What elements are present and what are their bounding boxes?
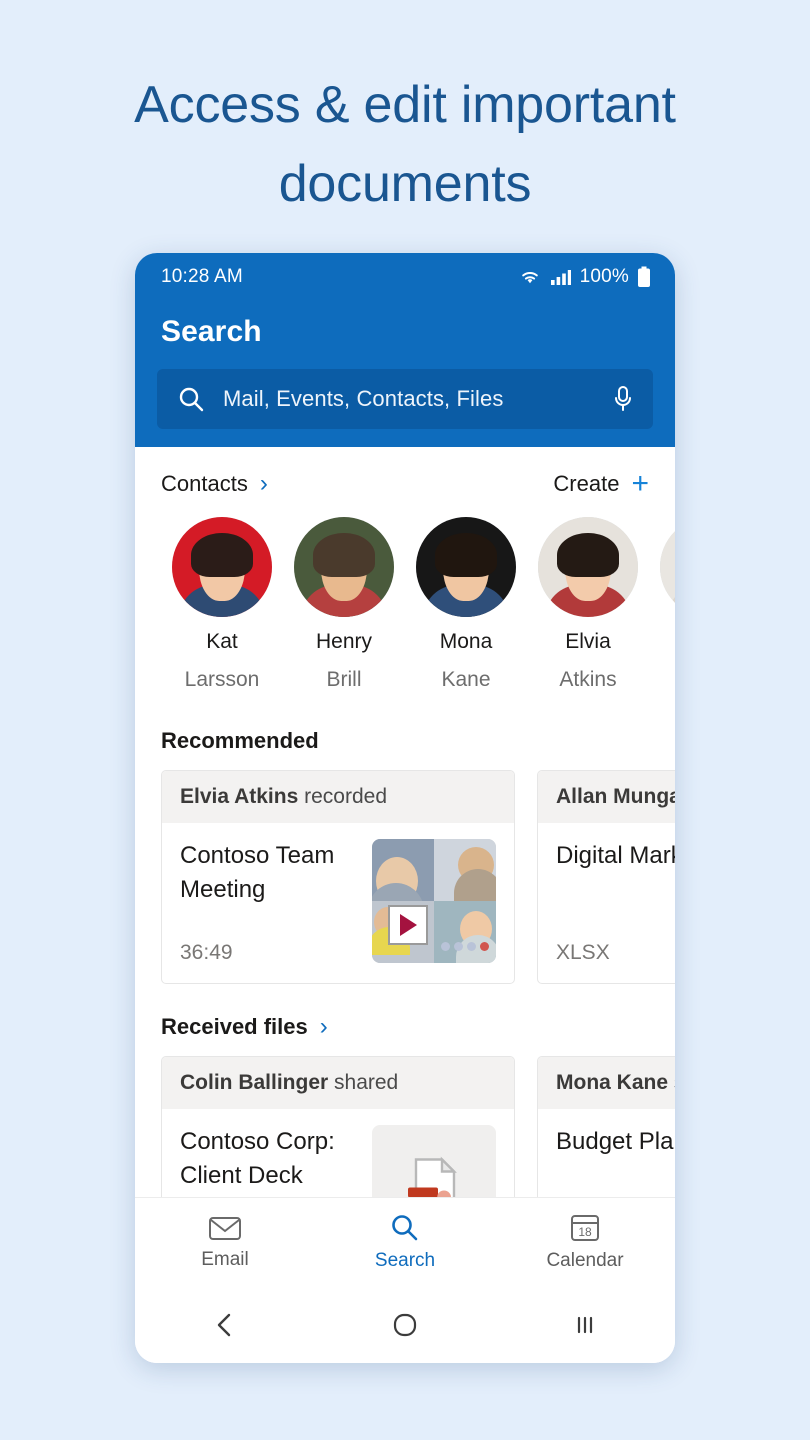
app-header: 10:28 AM 100% Search Mail, Events, Conta… — [135, 253, 675, 447]
received-files-header: Received files › — [135, 984, 675, 1040]
card-actor: Mona Kane — [556, 1070, 669, 1094]
create-label: Create — [553, 471, 620, 496]
recommended-card[interactable]: Elvia Atkins recorded Contoso Team Meeti… — [161, 769, 515, 984]
chevron-right-icon: › — [259, 470, 268, 497]
contact-first-name: Elvia — [565, 630, 611, 653]
contact-first-name: Kat — [206, 630, 238, 653]
card-actor: Allan Mungar — [556, 784, 675, 808]
tab-email-label: Email — [201, 1249, 249, 1270]
recommended-title: Recommended — [161, 727, 319, 753]
card-header: Allan Mungar — [538, 770, 675, 823]
avatar — [660, 517, 675, 617]
search-icon — [177, 385, 205, 413]
bottom-navigation[interactable]: Email Search 18 Calendar — [135, 1197, 675, 1287]
tab-calendar[interactable]: 18 Calendar — [510, 1213, 660, 1272]
received-files-title: Received files — [161, 1013, 308, 1039]
recommended-card-list[interactable]: Elvia Atkins recorded Contoso Team Meeti… — [135, 754, 675, 984]
contact-item[interactable]: Henry Brill — [283, 517, 405, 694]
card-title: Digital Marketing Plan — [556, 841, 675, 869]
contact-first-name: Henry — [315, 630, 373, 653]
search-placeholder-text: Mail, Events, Contacts, Files — [223, 386, 504, 411]
contacts-title: Contacts — [161, 471, 248, 496]
cellular-signal-icon — [550, 268, 572, 286]
plus-icon: + — [631, 467, 649, 500]
card-action: recorded — [304, 784, 388, 808]
search-content: Contacts › Create + Kat Larsson Henry Br… — [135, 447, 675, 1363]
back-chevron-icon[interactable] — [165, 1310, 285, 1340]
phone-mockup: 10:28 AM 100% Search Mail, Events, Conta… — [135, 253, 675, 1363]
recommended-card[interactable]: Allan Mungar Digital Marketing Plan XLSX — [537, 769, 675, 984]
card-title: Contoso Team Meeting — [180, 841, 335, 903]
card-action: shared — [674, 1071, 675, 1094]
envelope-icon — [208, 1214, 242, 1242]
app-title: Search — [161, 315, 262, 348]
home-circle-icon[interactable] — [345, 1309, 465, 1341]
tab-calendar-label: Calendar — [546, 1250, 624, 1271]
recent-apps-icon[interactable] — [525, 1310, 645, 1340]
search-icon — [389, 1213, 421, 1243]
contact-last-name: Larsson — [184, 668, 260, 692]
microphone-icon[interactable] — [611, 384, 635, 414]
contact-item[interactable]: Mona Kane — [405, 517, 527, 694]
card-actor: Colin Ballinger — [180, 1070, 329, 1094]
contact-last-name: Kane — [441, 668, 491, 692]
system-navigation-bar[interactable] — [135, 1287, 675, 1363]
play-icon[interactable] — [388, 904, 428, 945]
contact-last-name: Atkins — [559, 668, 617, 692]
avatar — [172, 517, 272, 617]
svg-text:18: 18 — [578, 1225, 592, 1239]
page-title: Access & edit important documents — [134, 76, 676, 214]
status-time: 10:28 AM — [161, 266, 243, 287]
create-button[interactable]: Create + — [553, 469, 649, 499]
received-files-link[interactable]: Received files › — [161, 1014, 328, 1040]
calendar-icon: 18 — [569, 1213, 601, 1243]
contacts-list[interactable]: Kat Larsson Henry Brill Mona Kane Elvia … — [135, 499, 675, 694]
contact-last-name: Brill — [326, 668, 362, 692]
avatar — [416, 517, 516, 617]
card-actor: Elvia Atkins — [180, 784, 299, 808]
promo-page: Access & edit important documents 10:28 … — [0, 0, 810, 1440]
tab-search-label: Search — [374, 1250, 436, 1271]
contact-first-name: R — [649, 629, 675, 655]
avatar — [294, 517, 394, 617]
card-action: shared — [334, 1070, 399, 1094]
card-duration: 36:49 — [180, 940, 233, 964]
tab-email[interactable]: Email — [150, 1214, 300, 1271]
search-input[interactable]: Mail, Events, Contacts, Files — [157, 369, 653, 429]
status-bar: 10:28 AM 100% — [135, 253, 675, 301]
contact-first-name: Mona — [439, 630, 493, 653]
contacts-link[interactable]: Contacts › — [161, 471, 268, 497]
contact-item[interactable]: Kat Larsson — [161, 517, 283, 694]
tab-search[interactable]: Search — [330, 1213, 480, 1272]
chevron-right-icon: › — [319, 1012, 328, 1040]
battery-full-icon — [637, 266, 651, 288]
card-filetype: XLSX — [556, 940, 610, 964]
contact-item[interactable]: Elvia Atkins — [527, 517, 649, 694]
battery-percent: 100% — [579, 266, 629, 287]
contact-item-partial[interactable]: R T — [649, 517, 675, 694]
contacts-section-header: Contacts › Create + — [135, 447, 675, 499]
card-header: Colin Ballinger shared — [162, 1056, 514, 1109]
video-thumbnail[interactable] — [372, 838, 496, 963]
card-header: Mona Kane shared — [538, 1056, 675, 1109]
wifi-icon — [518, 268, 542, 286]
contact-last-name: T — [649, 667, 675, 693]
card-header: Elvia Atkins recorded — [162, 770, 514, 823]
avatar — [538, 517, 638, 617]
